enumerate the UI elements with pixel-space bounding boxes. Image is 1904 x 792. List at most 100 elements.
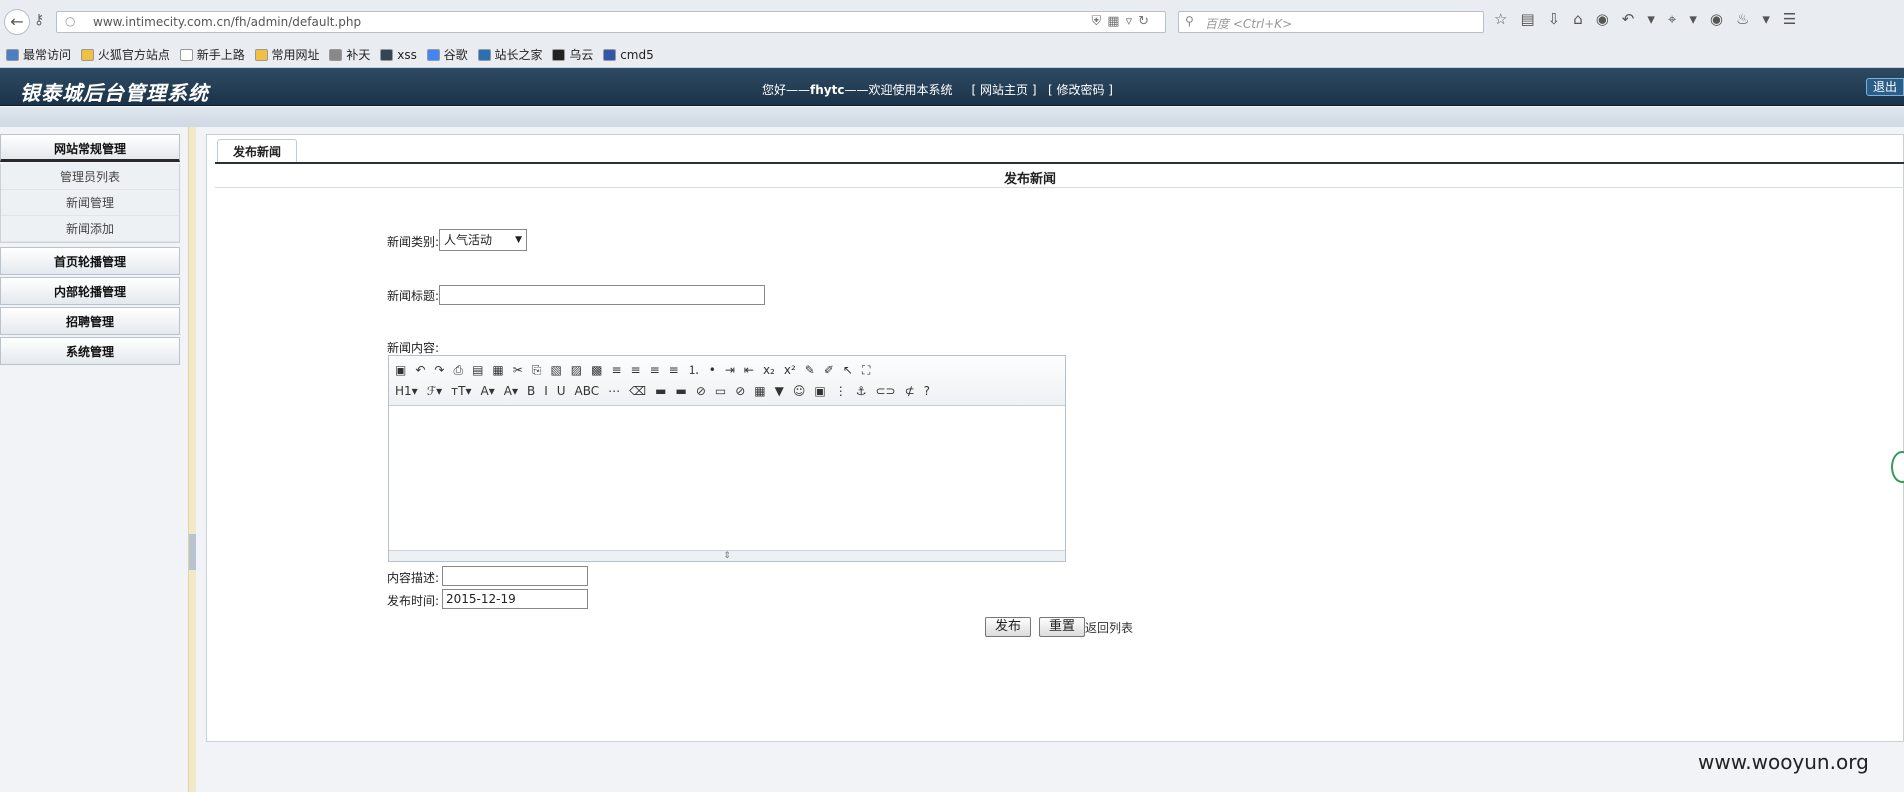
- editor-tool-icon[interactable]: ABC: [575, 381, 600, 402]
- editor-tool-icon[interactable]: ↖: [843, 360, 853, 381]
- editor-tool-icon[interactable]: ≡: [631, 360, 641, 381]
- floating-badge-icon[interactable]: [1891, 451, 1904, 483]
- sidebar-splitter[interactable]: [188, 127, 196, 792]
- editor-tool-icon[interactable]: ▩: [591, 360, 602, 381]
- editor-tool-icon[interactable]: ⇤: [744, 360, 754, 381]
- bookmark-item[interactable]: 常用网址: [254, 44, 320, 66]
- editor-tool-icon[interactable]: тT▾: [451, 381, 471, 402]
- bookmark-item[interactable]: xss: [380, 44, 417, 66]
- collapse-handle[interactable]: [189, 534, 196, 570]
- site-home-link[interactable]: [ 网站主页 ]: [972, 83, 1037, 97]
- address-bar-icons[interactable]: ⛨▦▿↻: [1092, 14, 1155, 29]
- category-select[interactable]: 人气活动 ▼: [439, 229, 527, 251]
- editor-tool-icon[interactable]: ▬: [655, 381, 666, 402]
- editor-tool-icon[interactable]: ⛶: [862, 360, 870, 381]
- editor-tool-icon[interactable]: ▤: [472, 360, 483, 381]
- editor-tool-icon[interactable]: ✐: [824, 360, 834, 381]
- search-bar[interactable]: ⚲ 百度 <Ctrl+K>: [1178, 11, 1484, 33]
- date-input[interactable]: 2015-12-19: [442, 589, 588, 609]
- sidebar-group-recruitment[interactable]: 招聘管理: [0, 307, 180, 335]
- editor-tool-icon[interactable]: ▭: [715, 381, 726, 402]
- editor-tool-icon[interactable]: ⎙: [453, 360, 463, 381]
- sidebar-group-home-carousel[interactable]: 首页轮播管理: [0, 247, 180, 275]
- editor-tool-icon[interactable]: ⌫: [629, 381, 646, 402]
- editor-tool-icon[interactable]: ≡: [611, 360, 621, 381]
- sidebar-group-inner-carousel[interactable]: 内部轮播管理: [0, 277, 180, 305]
- editor-tool-icon[interactable]: ⒈: [688, 360, 700, 381]
- bookmark-item[interactable]: 补天: [329, 44, 370, 66]
- back-to-list-link[interactable]: 返回列表: [1085, 619, 1133, 636]
- editor-tool-icon[interactable]: ▼: [775, 381, 784, 402]
- bookmark-item[interactable]: cmd5: [603, 44, 654, 66]
- search-icon: ⚲: [1185, 14, 1194, 28]
- sidebar-item-admin-list[interactable]: 管理员列表: [1, 164, 179, 190]
- rich-text-editor[interactable]: ▣ ↶ ↷ ⎙ ▤ ▦ ✂ ⎘ ▧ ▨ ▩ ≡ ≡ ≡ ≡ ⒈ • ⇥ ⇤ x₂ x² ✎ ✐ ↖ ⛶ H1▾ ℱ▾ тT▾ A▾ A▾…: [388, 355, 1066, 562]
- editor-tool-icon[interactable]: x²: [784, 360, 796, 381]
- editor-tool-icon[interactable]: ✎: [805, 360, 815, 381]
- editor-tool-icon[interactable]: ▣: [395, 360, 406, 381]
- editor-tool-icon[interactable]: ⋮: [835, 381, 847, 402]
- editor-tool-icon[interactable]: ▨: [571, 360, 582, 381]
- editor-tool-icon[interactable]: ⎘: [532, 360, 542, 381]
- logout-button[interactable]: 退出: [1866, 78, 1904, 96]
- description-input[interactable]: [442, 566, 588, 586]
- editor-tool-icon[interactable]: B: [527, 381, 535, 402]
- editor-tool-icon[interactable]: x₂: [763, 360, 775, 381]
- title-input[interactable]: [439, 285, 765, 305]
- editor-content-area[interactable]: [389, 406, 1065, 550]
- editor-tool-icon[interactable]: ✂: [513, 360, 523, 381]
- editor-tool-icon[interactable]: •: [709, 360, 716, 381]
- editor-tool-icon[interactable]: ⇥: [725, 360, 735, 381]
- editor-tool-icon[interactable]: ↷: [434, 360, 444, 381]
- editor-tool-icon[interactable]: ℱ▾: [427, 381, 442, 402]
- sidebar-item-add-news[interactable]: 新闻添加: [1, 216, 179, 242]
- change-password-link[interactable]: [ 修改密码 ]: [1048, 83, 1113, 97]
- url-text: www.intimecity.com.cn/fh/admin/default.p…: [93, 15, 362, 29]
- bookmark-item[interactable]: 最常访问: [6, 44, 71, 66]
- sidebar: 网站常规管理 管理员列表 新闻管理 新闻添加 首页轮播管理 内部轮播管理 招聘管…: [0, 134, 180, 792]
- publish-button[interactable]: 发布: [985, 617, 1031, 637]
- editor-tool-icon[interactable]: ▧: [550, 360, 561, 381]
- bookmark-item[interactable]: 站长之家: [477, 44, 543, 66]
- bookmark-item[interactable]: 乌云: [552, 44, 593, 66]
- editor-tool-icon[interactable]: ⋯: [608, 381, 620, 402]
- grid-icon: [603, 49, 617, 61]
- editor-tool-icon[interactable]: ≡: [669, 360, 679, 381]
- editor-tool-icon[interactable]: A▾: [504, 381, 518, 402]
- editor-tool-icon[interactable]: ▦: [754, 381, 765, 402]
- sidebar-item-news-management[interactable]: 新闻管理: [1, 190, 179, 216]
- editor-tool-icon[interactable]: ⊄: [905, 381, 915, 402]
- editor-tool-icon[interactable]: ≡: [650, 360, 660, 381]
- tab-publish-news[interactable]: 发布新闻: [217, 139, 297, 163]
- sidebar-group-site-management[interactable]: 网站常规管理: [0, 134, 180, 162]
- editor-tool-icon[interactable]: ?: [924, 381, 930, 402]
- toolbar-icons[interactable]: ☆▤⇩⌂◉↶▾⌖▾◉♨▾☰: [1494, 10, 1809, 28]
- tab-underline: [215, 162, 1904, 164]
- editor-tool-icon[interactable]: ▣: [814, 381, 825, 402]
- form-title: 发布新闻: [1003, 172, 1056, 187]
- editor-tool-icon[interactable]: A▾: [481, 381, 495, 402]
- editor-tool-icon[interactable]: H1▾: [395, 381, 418, 402]
- editor-tool-icon[interactable]: U: [557, 381, 566, 402]
- back-arrow-icon[interactable]: ←: [4, 9, 30, 35]
- bookmark-icon: [477, 49, 491, 61]
- editor-tool-icon[interactable]: ▦: [492, 360, 503, 381]
- editor-tool-icon[interactable]: ⊘: [735, 381, 745, 402]
- bookmark-item[interactable]: 新手上路: [179, 44, 245, 66]
- editor-resize-handle[interactable]: ⇕: [389, 550, 1065, 561]
- header-strip: [0, 107, 1904, 127]
- date-label: 发布时间:: [387, 594, 440, 608]
- editor-tool-icon[interactable]: ⊂⊃: [875, 381, 895, 402]
- bookmark-item[interactable]: 谷歌: [426, 44, 468, 66]
- editor-tool-icon[interactable]: ☺: [793, 381, 806, 402]
- editor-tool-icon[interactable]: ↶: [415, 360, 425, 381]
- editor-tool-icon[interactable]: ▬: [675, 381, 686, 402]
- address-bar[interactable]: ○ www.intimecity.com.cn/fh/admin/default…: [56, 11, 1166, 33]
- site-identity-icon[interactable]: ⚷: [34, 12, 44, 28]
- bookmark-item[interactable]: 火狐官方站点: [80, 44, 170, 66]
- editor-tool-icon[interactable]: ⚓: [856, 381, 867, 402]
- reset-button[interactable]: 重置: [1039, 617, 1085, 637]
- editor-tool-icon[interactable]: I: [544, 381, 548, 402]
- sidebar-group-system[interactable]: 系统管理: [0, 337, 180, 365]
- editor-tool-icon[interactable]: ⊘: [696, 381, 706, 402]
